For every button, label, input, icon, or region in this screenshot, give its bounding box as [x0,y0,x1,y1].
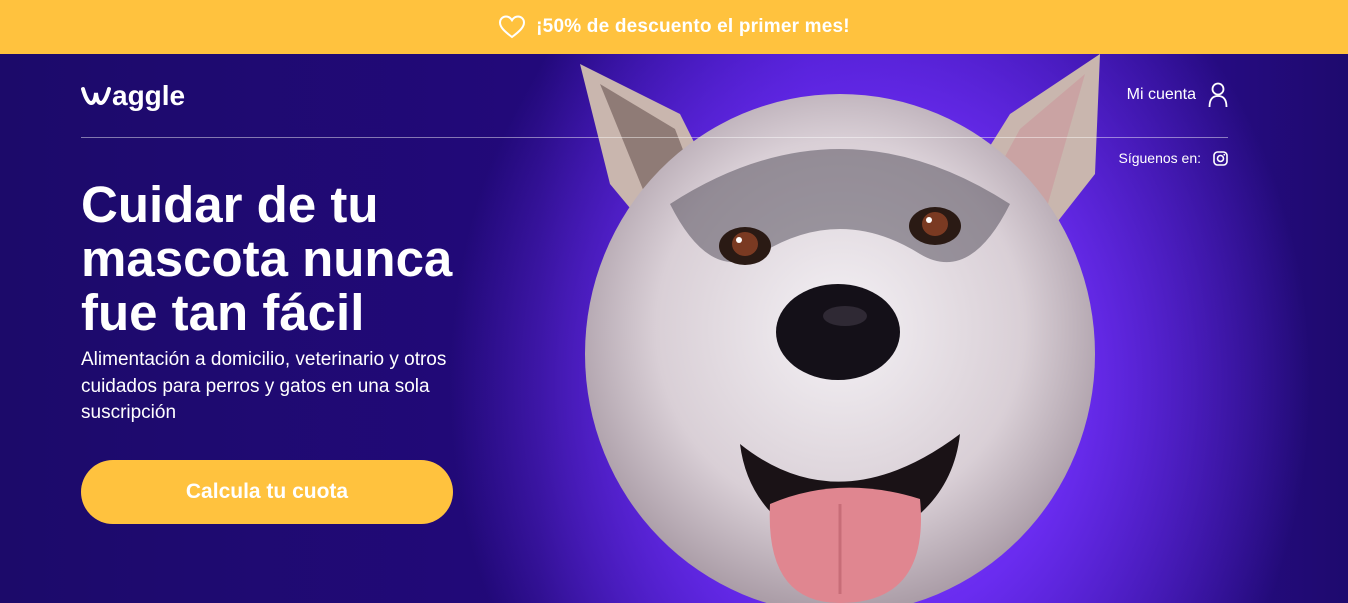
waggle-logo[interactable]: aggle [81,80,185,112]
site-header: aggle Mi cuenta [81,80,1228,120]
logo-w-mark [81,87,111,106]
hero-headline: Cuidar de tu mascota nunca fue tan fácil [81,176,453,341]
promo-text: ¡50% de descuento el primer mes! [536,16,850,37]
user-icon [1208,82,1228,108]
hero-subtitle: Alimentación a domicilio, veterinario y … [81,349,447,423]
my-account-link[interactable]: Mi cuenta [1127,82,1228,108]
heart-icon [499,15,526,39]
social-follow: Síguenos en: [1118,150,1228,166]
promo-banner: ¡50% de descuento el primer mes! [0,0,1348,54]
hero-section: aggle Mi cuenta Síguenos en: Cuidar de t… [0,54,1348,603]
logo-text: aggle [112,80,186,111]
calculate-fee-button[interactable]: Calcula tu cuota [81,460,453,524]
follow-label: Síguenos en: [1118,150,1201,166]
header-divider [81,137,1228,138]
account-label: Mi cuenta [1126,86,1196,103]
instagram-icon[interactable] [1213,150,1228,166]
